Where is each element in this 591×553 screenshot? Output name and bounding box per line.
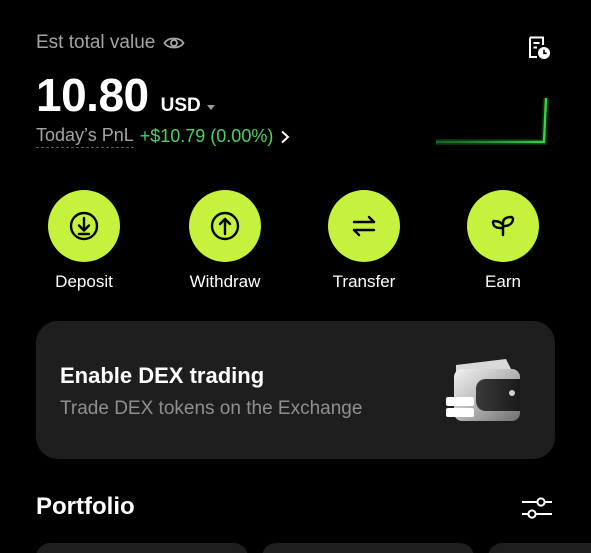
pnl-label: Today’s PnL xyxy=(36,125,134,148)
wallet-icon xyxy=(446,359,520,421)
portfolio-cards-partial xyxy=(0,543,591,553)
transfer-button[interactable]: Transfer xyxy=(304,190,424,292)
wallet-overview-screen: Est total value 10.80 USD Today’s PnL +$… xyxy=(0,0,591,553)
chevron-right-icon xyxy=(281,130,290,143)
portfolio-card[interactable] xyxy=(488,543,591,553)
earn-icon xyxy=(467,190,539,262)
caret-down-icon xyxy=(206,104,215,110)
earn-button[interactable]: Earn xyxy=(443,190,563,292)
total-balance-amount: 10.80 xyxy=(36,69,149,121)
deposit-label: Deposit xyxy=(55,272,113,291)
history-icon[interactable] xyxy=(526,35,552,61)
withdraw-icon xyxy=(189,190,261,262)
todays-pnl-row[interactable]: Today’s PnL +$10.79 (0.00%) xyxy=(36,125,291,148)
pnl-sparkline xyxy=(436,97,549,145)
transfer-icon xyxy=(328,190,400,262)
currency-label: USD xyxy=(160,95,201,116)
est-total-value-label: Est total value xyxy=(36,32,156,53)
deposit-button[interactable]: Deposit xyxy=(24,190,144,292)
transfer-label: Transfer xyxy=(332,272,396,291)
withdraw-label: Withdraw xyxy=(189,272,261,291)
currency-selector[interactable]: USD xyxy=(161,95,215,117)
filter-icon[interactable] xyxy=(520,494,554,522)
dex-card-title: Enable DEX trading xyxy=(60,363,265,388)
earn-label: Earn xyxy=(485,272,521,291)
enable-dex-card[interactable]: Enable DEX trading Trade DEX tokens on t… xyxy=(36,321,555,459)
balance-row: 10.80 USD xyxy=(36,68,215,122)
withdraw-button[interactable]: Withdraw xyxy=(165,190,285,292)
portfolio-card[interactable] xyxy=(262,543,474,553)
quick-actions: Deposit Withdraw Transfer Earn xyxy=(0,190,591,292)
deposit-icon xyxy=(48,190,120,262)
dex-card-subtitle: Trade DEX tokens on the Exchange xyxy=(60,398,363,419)
portfolio-card[interactable] xyxy=(36,543,248,553)
est-total-value-row: Est total value xyxy=(36,32,185,54)
pnl-value: +$10.79 (0.00%) xyxy=(139,126,274,146)
eye-icon[interactable] xyxy=(163,32,185,54)
portfolio-title: Portfolio xyxy=(36,493,135,520)
